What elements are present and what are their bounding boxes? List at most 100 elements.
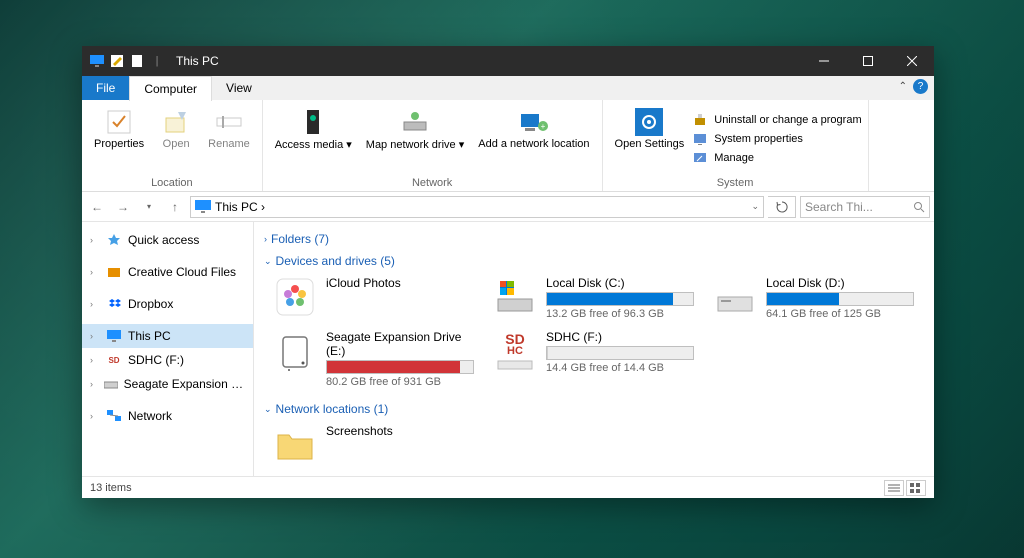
map-drive-button[interactable]: Map network drive ▾ <box>360 103 470 175</box>
map-drive-icon <box>399 106 431 138</box>
manage-icon <box>692 150 708 166</box>
rename-icon <box>213 106 245 138</box>
chevron-right-icon: › <box>90 411 100 421</box>
explorer-window: | This PC File Computer View ⌃ ? Propert… <box>82 46 934 498</box>
sdhc-icon: SDHC <box>494 330 536 372</box>
chevron-right-icon: › <box>90 299 100 309</box>
back-button[interactable]: ← <box>86 196 108 218</box>
tab-computer[interactable]: Computer <box>129 76 212 101</box>
ribbon: Properties Open Rename Location Access m… <box>82 100 934 192</box>
sidebar-item-creative-cloud[interactable]: › Creative Cloud Files <box>82 260 253 284</box>
view-icons-button[interactable] <box>906 480 926 496</box>
settings-gear-icon <box>633 106 665 138</box>
windows-drive-icon <box>494 276 536 318</box>
chevron-right-icon: › <box>90 267 100 277</box>
section-devices[interactable]: ⌄ Devices and drives (5) <box>264 250 924 272</box>
access-media-button[interactable]: Access media ▾ <box>269 103 358 175</box>
ribbon-group-location: Properties Open Rename Location <box>82 100 263 191</box>
properties-check-icon <box>103 106 135 138</box>
file-menu[interactable]: File <box>82 76 129 100</box>
section-network-locations[interactable]: ⌄ Network locations (1) <box>264 398 924 420</box>
refresh-button[interactable] <box>768 196 796 218</box>
system-properties-link[interactable]: System properties <box>692 131 861 147</box>
forward-button[interactable]: → <box>112 196 134 218</box>
tab-view[interactable]: View <box>212 76 266 100</box>
qat: | <box>82 52 172 70</box>
manage-link[interactable]: Manage <box>692 150 861 166</box>
doc-icon[interactable] <box>128 52 146 70</box>
properties-icon[interactable] <box>108 52 126 70</box>
disk-drive-icon <box>714 276 756 318</box>
close-button[interactable] <box>890 46 934 76</box>
view-details-button[interactable] <box>884 480 904 496</box>
sidebar-item-sdhc[interactable]: › SD SDHC (F:) <box>82 348 253 372</box>
chevron-right-icon: › <box>90 331 100 341</box>
sd-card-icon: SD <box>106 352 122 368</box>
section-folders[interactable]: › Folders (7) <box>264 228 924 250</box>
drive-local-d[interactable]: Local Disk (D:) 64.1 GB free of 125 GB <box>714 276 914 320</box>
address-bar[interactable]: This PC › ⌄ <box>190 196 764 218</box>
netloc-screenshots[interactable]: Screenshots <box>274 424 474 466</box>
properties-button[interactable]: Properties <box>88 103 150 175</box>
monitor-small-icon <box>195 200 211 214</box>
chevron-down-icon: ⌄ <box>264 256 272 267</box>
address-chevron-down-icon[interactable]: ⌄ <box>751 201 759 212</box>
chevron-right-icon: › <box>90 235 100 245</box>
sidebar-item-dropbox[interactable]: › Dropbox <box>82 292 253 316</box>
storage-bar-c <box>546 292 694 306</box>
open-icon <box>160 106 192 138</box>
external-drive-icon <box>274 330 316 372</box>
ribbon-group-system: Open Settings Uninstall or change a prog… <box>603 100 869 191</box>
menubar: File Computer View ⌃ ? <box>82 76 934 100</box>
navbar: ← → ▾ ↑ This PC › ⌄ Search Thi... <box>82 192 934 222</box>
drive-sdhc-f[interactable]: SDHC SDHC (F:) 14.4 GB free of 14.4 GB <box>494 330 694 388</box>
chevron-up-icon[interactable]: ⌃ <box>899 81 907 92</box>
storage-bar-d <box>766 292 914 306</box>
monitor-icon <box>106 328 122 344</box>
search-icon <box>913 201 925 213</box>
folder-icon <box>274 424 316 466</box>
dropbox-icon <box>106 296 122 312</box>
drive-icloud-photos[interactable]: iCloud Photos <box>274 276 474 320</box>
cloud-icon <box>106 264 122 280</box>
rename-button: Rename <box>202 103 256 175</box>
sidebar-item-seagate[interactable]: › Seagate Expansion Drive (E:) <box>82 372 253 396</box>
minimize-button[interactable] <box>802 46 846 76</box>
address-path: This PC › <box>215 200 265 214</box>
add-location-icon: + <box>518 106 550 138</box>
uninstall-link[interactable]: Uninstall or change a program <box>692 112 861 128</box>
drive-icon <box>104 376 118 392</box>
recent-dropdown[interactable]: ▾ <box>138 196 160 218</box>
statusbar: 13 items <box>82 476 934 498</box>
chevron-right-icon: › <box>264 234 267 244</box>
sidebar-item-network[interactable]: › Network <box>82 404 253 428</box>
up-button[interactable]: ↑ <box>164 196 186 218</box>
drive-seagate-e[interactable]: Seagate Expansion Drive (E:) 80.2 GB fre… <box>274 330 474 388</box>
drive-local-c[interactable]: Local Disk (C:) 13.2 GB free of 96.3 GB <box>494 276 694 320</box>
star-icon <box>106 232 122 248</box>
media-tower-icon <box>297 106 329 138</box>
storage-bar-e <box>326 360 474 374</box>
chevron-down-icon: ⌄ <box>264 404 272 415</box>
monitor-icon <box>88 52 106 70</box>
open-settings-button[interactable]: Open Settings <box>609 103 691 175</box>
help-icon[interactable]: ? <box>913 79 928 94</box>
search-input[interactable]: Search Thi... <box>800 196 930 218</box>
sidebar-item-this-pc[interactable]: › This PC <box>82 324 253 348</box>
divider-icon: | <box>148 52 166 70</box>
content-area: › Folders (7) ⌄ Devices and drives (5) i… <box>254 222 934 476</box>
ribbon-group-network: Access media ▾ Map network drive ▾ + Add… <box>263 100 603 191</box>
open-button: Open <box>152 103 200 175</box>
add-location-button[interactable]: + Add a network location <box>472 103 595 175</box>
system-properties-icon <box>692 131 708 147</box>
sidebar-item-quick-access[interactable]: › Quick access <box>82 228 253 252</box>
network-icon <box>106 408 122 424</box>
window-title: This PC <box>172 54 802 68</box>
uninstall-icon <box>692 112 708 128</box>
icloud-photos-icon <box>274 276 316 318</box>
search-placeholder: Search Thi... <box>805 200 913 214</box>
status-item-count: 13 items <box>90 482 132 494</box>
maximize-button[interactable] <box>846 46 890 76</box>
titlebar: | This PC <box>82 46 934 76</box>
svg-text:+: + <box>541 122 546 131</box>
